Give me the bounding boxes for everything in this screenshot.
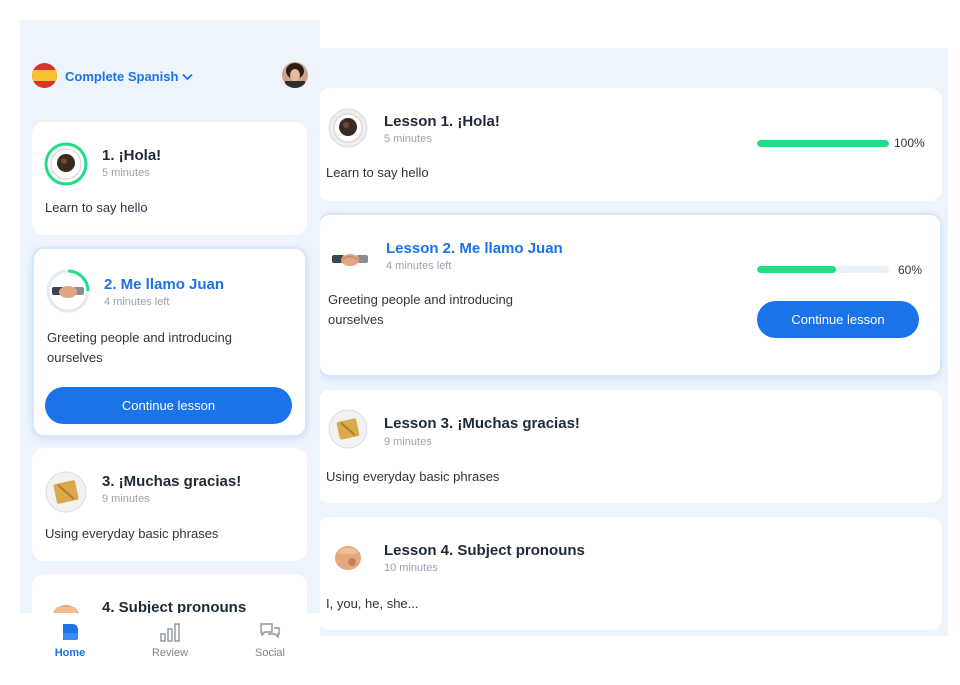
lesson-title: Lesson 1. ¡Hola! (384, 113, 500, 130)
lesson-description: Learn to say hello (45, 200, 148, 215)
gift-icon (328, 409, 368, 449)
coffee-cup-icon (44, 142, 88, 186)
progress-bar (757, 266, 889, 273)
pointing-hand-icon (335, 546, 361, 570)
progress-percent: 60% (898, 263, 923, 277)
lesson-description: Greeting people and introducing ourselve… (328, 292, 514, 327)
tablet-lesson-card-2[interactable]: Lesson 2. Me llamo Juan 4 minutes left G… (318, 213, 942, 377)
lesson-title: Lesson 4. Subject pronouns (384, 542, 585, 559)
lesson-title: Lesson 2. Me llamo Juan (386, 240, 563, 257)
lesson-duration: 4 minutes left (104, 296, 170, 308)
continue-lesson-button[interactable]: Continue lesson (45, 387, 292, 424)
lesson-duration: 4 minutes left (386, 260, 452, 272)
lesson-duration: 5 minutes (384, 133, 432, 145)
lesson-duration: 9 minutes (384, 436, 432, 448)
tab-label: Home (54, 647, 86, 659)
tab-review[interactable]: Review (120, 613, 220, 685)
tab-label: Social (255, 647, 285, 659)
spain-flag-icon (32, 63, 57, 88)
home-icon (63, 624, 78, 640)
lesson-duration: 9 minutes (102, 493, 150, 505)
lesson-duration: 10 minutes (384, 562, 438, 574)
coffee-cup-icon (328, 108, 368, 148)
lesson-title: 1. ¡Hola! (102, 147, 162, 164)
chevron-down-icon (182, 73, 194, 80)
handshake-icon (332, 254, 368, 266)
lesson-title: Lesson 3. ¡Muchas gracias! (384, 415, 580, 432)
lesson-description: Using everyday basic phrases (45, 526, 219, 541)
tab-home[interactable]: Home (20, 613, 120, 685)
phone-lesson-card-2[interactable]: 2. Me llamo Juan 4 minutes left Greeting… (32, 247, 307, 437)
tab-social[interactable]: Social (220, 613, 320, 685)
lesson-description: Greeting people and introducing ourselve… (47, 330, 233, 365)
phone-lesson-card-3[interactable]: 3. ¡Muchas gracias! 9 minutes Using ever… (32, 448, 307, 561)
tablet-lesson-card-1[interactable]: Lesson 1. ¡Hola! 5 minutes Learn to say … (318, 88, 942, 201)
user-avatar[interactable] (282, 62, 308, 88)
tab-label: Review (151, 647, 189, 659)
tablet-lesson-card-3[interactable]: Lesson 3. ¡Muchas gracias! 9 minutes Usi… (318, 390, 942, 503)
course-header: Complete Spanish (20, 20, 320, 115)
continue-lesson-button[interactable]: Continue lesson (757, 301, 919, 338)
progress-percent: 100% (894, 136, 925, 150)
tablet-lesson-card-4[interactable]: Lesson 4. Subject pronouns 10 minutes I,… (318, 517, 942, 630)
phone-home-screen: Complete Spanish 1. ¡Hola! 5 minutes Lea… (20, 20, 320, 685)
lesson-description: Learn to say hello (326, 165, 429, 180)
progress-bar (757, 140, 889, 147)
lesson-description: Using everyday basic phrases (326, 469, 500, 484)
progress-fill (757, 140, 889, 147)
phone-lesson-card-1[interactable]: 1. ¡Hola! 5 minutes Learn to say hello (32, 122, 307, 235)
tablet-lesson-list: Lesson 1. ¡Hola! 5 minutes Learn to say … (318, 48, 948, 636)
chat-bubbles-icon (260, 623, 280, 639)
progress-fill (757, 266, 837, 273)
lesson-title: 3. ¡Muchas gracias! (102, 473, 242, 490)
bottom-tab-bar: Home Review Social (20, 613, 320, 685)
lesson-title: 2. Me llamo Juan (104, 276, 225, 293)
lesson-description: I, you, he, she... (326, 596, 419, 611)
gift-icon (45, 471, 87, 513)
handshake-icon (46, 269, 90, 313)
bar-chart-icon (160, 623, 180, 642)
lesson-duration: 5 minutes (102, 167, 150, 179)
course-selector[interactable]: Complete Spanish (65, 69, 194, 84)
course-title: Complete Spanish (65, 69, 179, 84)
